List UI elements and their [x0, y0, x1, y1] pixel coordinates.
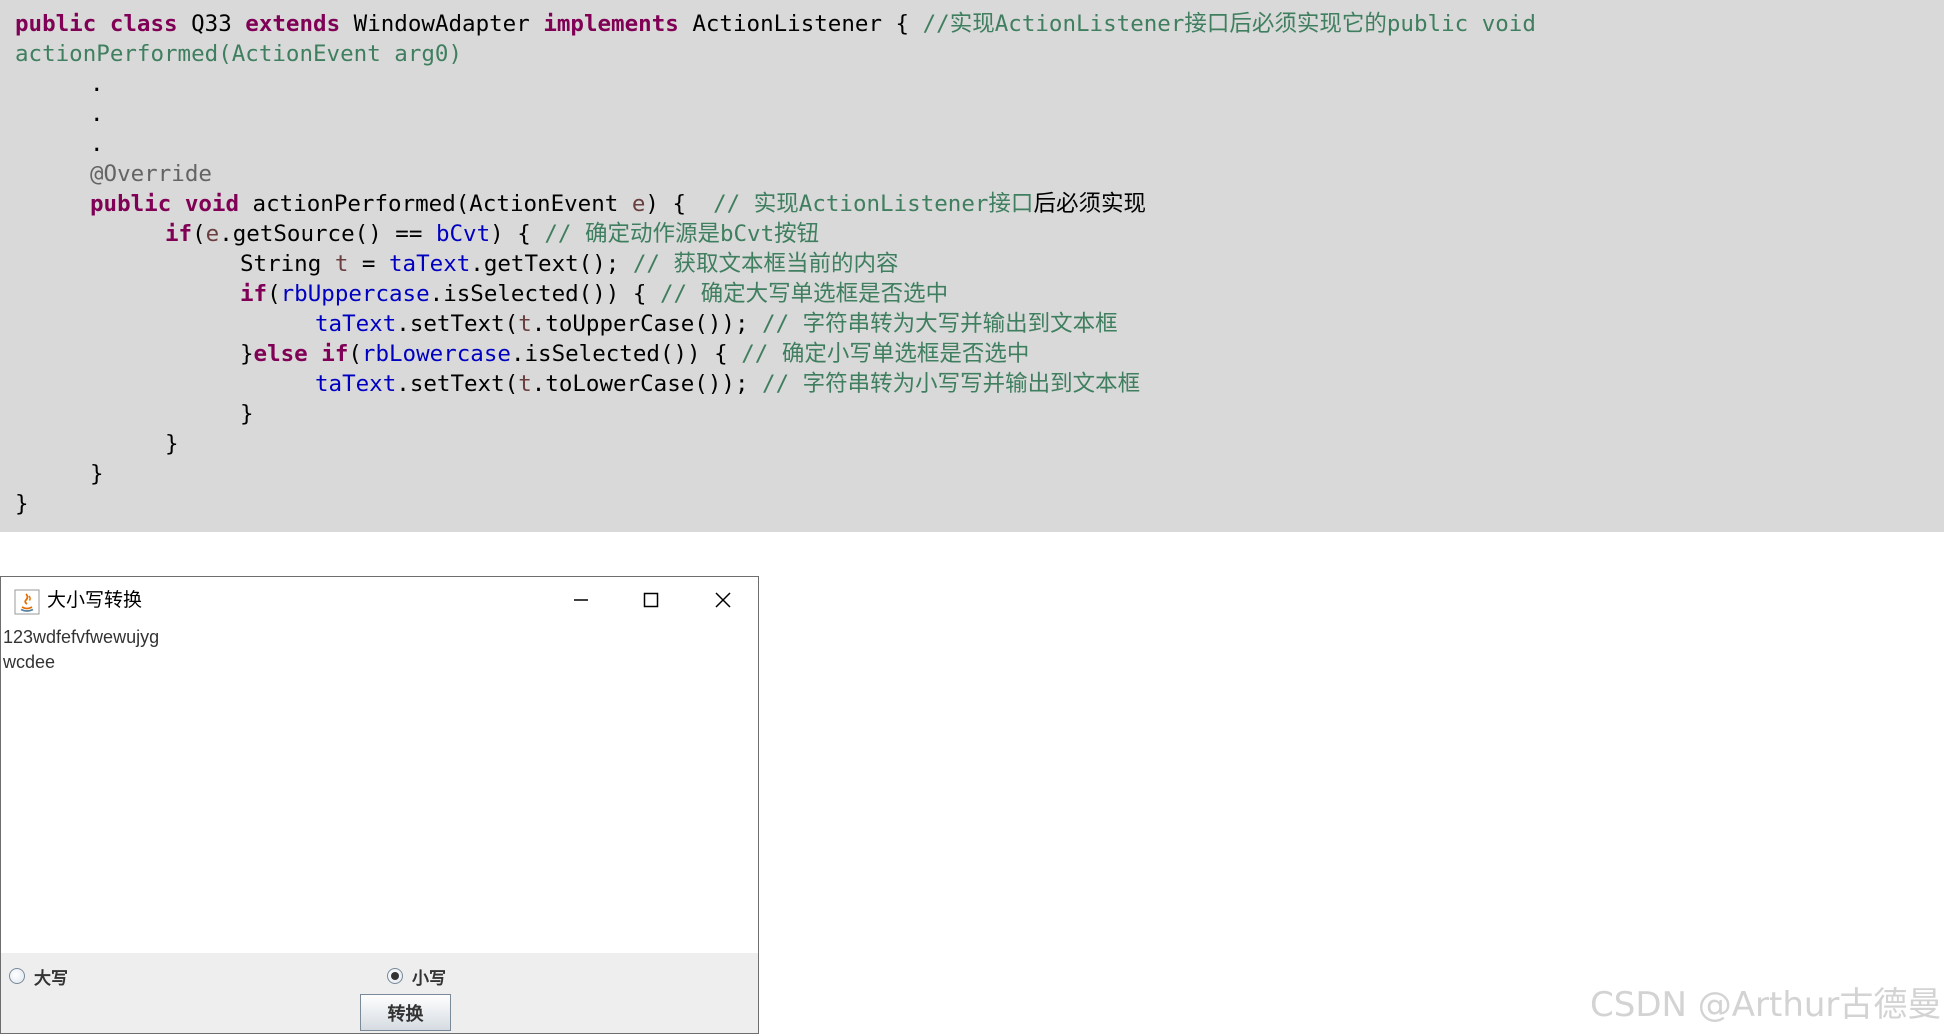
text-line: 123wdfefvfwewujyg — [3, 627, 160, 647]
code-text: .isSelected()) { — [429, 281, 660, 307]
keyword: if — [165, 221, 193, 247]
minimize-icon — [574, 599, 588, 601]
code-line-11: taText.setText(t.toUpperCase()); // 字符串转… — [315, 309, 1118, 339]
code-text: WindowAdapter — [340, 11, 544, 37]
code-line-1: public class Q33 extends WindowAdapter i… — [15, 9, 1536, 39]
window-title: 大小写转换 — [47, 589, 143, 611]
field: bCvt — [435, 221, 491, 247]
code-text: ( — [192, 221, 206, 247]
code-text: .setText( — [396, 311, 519, 337]
keyword: extends — [245, 11, 341, 37]
code-text: . — [90, 131, 104, 157]
code-text: ( — [267, 281, 281, 307]
close-icon — [715, 592, 731, 608]
code-line-15: } — [165, 429, 179, 459]
code-text: ) { — [645, 191, 714, 217]
minimize-button[interactable] — [561, 585, 601, 615]
keyword: implements — [543, 11, 679, 37]
text-line: wcdee — [3, 652, 56, 672]
code-text: . — [90, 101, 104, 127]
code-line-16: } — [90, 459, 104, 489]
code-line-5: . — [90, 129, 104, 159]
code-line-17: } — [15, 489, 29, 519]
code-text: } — [240, 401, 254, 427]
lowercase-radio[interactable]: 小写 — [387, 963, 446, 989]
variable: t — [518, 311, 532, 337]
code-line-9: String t = taText.getText(); // 获取文本框当前的… — [240, 249, 899, 279]
uppercase-radio[interactable]: 大写 — [9, 963, 68, 989]
code-text: ) { — [490, 221, 545, 247]
code-comment: // 确定小写单选框是否选中 — [741, 341, 1030, 367]
code-comment: // 确定动作源是bCvt按钮 — [544, 221, 820, 247]
code-text: } — [240, 341, 254, 367]
code-line-12: }else if(rbLowercase.isSelected()) { // … — [240, 339, 1029, 369]
code-line-10: if(rbUppercase.isSelected()) { // 确定大写单选… — [240, 279, 948, 309]
code-comment: // 字符串转为小写写并输出到文本框 — [762, 371, 1141, 397]
code-line-14: } — [240, 399, 254, 429]
maximize-button[interactable] — [631, 585, 671, 615]
code-comment: actionPerformed(ActionEvent arg0) — [15, 41, 463, 67]
code-text: .toLowerCase()); — [531, 371, 763, 397]
variable: t — [518, 371, 532, 397]
java-icon — [14, 589, 40, 615]
code-text: actionPerformed(ActionEvent — [239, 191, 632, 217]
code-text: .getSource() == — [219, 221, 436, 247]
watermark: CSDN @Arthur古德曼 — [1590, 985, 1942, 1025]
code-comment: // 字符串转为大写并输出到文本框 — [762, 311, 1118, 337]
code-line-4: . — [90, 99, 104, 129]
code-comment: //实现ActionListener接口后必须实现它的public void — [922, 11, 1536, 37]
code-text: 后必须实现 — [1033, 191, 1146, 217]
variable: e — [205, 221, 220, 247]
variable: e — [631, 191, 646, 217]
uppercase-radio-label: 大写 — [34, 968, 68, 989]
keyword: public class — [15, 11, 178, 37]
code-line-3: . — [90, 69, 104, 99]
case-converter-window: 大小写转换 123wdfefvfwewujyg wcdee 大写 小写 转换 — [0, 576, 759, 1034]
code-text: = — [348, 251, 390, 277]
code-comment: // 获取文本框当前的内容 — [632, 251, 899, 277]
code-text: .getText(); — [470, 251, 633, 277]
code-comment: // 确定大写单选框是否选中 — [659, 281, 949, 307]
keyword: if — [240, 281, 268, 307]
keyword: else if — [253, 341, 349, 367]
code-comment: // 实现ActionListener接口 — [713, 191, 1034, 217]
code-line-7: public void actionPerformed(ActionEvent … — [90, 189, 1146, 219]
controls-panel: 大写 小写 转换 — [1, 953, 758, 1033]
title-bar[interactable]: 大小写转换 — [1, 577, 758, 625]
code-panel: public class Q33 extends WindowAdapter i… — [0, 0, 1944, 532]
code-line-6: @Override — [90, 159, 212, 189]
field: taText — [315, 371, 397, 397]
code-line-2: actionPerformed(ActionEvent arg0) — [15, 39, 462, 69]
code-text: String — [240, 251, 335, 277]
field: rbUppercase — [280, 281, 430, 307]
code-line-8: if(e.getSource() == bCvt) { // 确定动作源是bCv… — [165, 219, 819, 249]
code-line-13: taText.setText(t.toLowerCase()); // 字符串转… — [315, 369, 1140, 399]
code-text: Q33 — [177, 11, 246, 37]
radio-checked-icon — [387, 968, 403, 984]
code-text: ( — [348, 341, 362, 367]
close-button[interactable] — [703, 585, 743, 615]
field: taText — [315, 311, 397, 337]
field: taText — [389, 251, 471, 277]
code-text: .toUpperCase()); — [531, 311, 763, 337]
code-text: } — [165, 431, 179, 457]
code-text: } — [15, 491, 29, 517]
keyword: public void — [90, 191, 240, 217]
lowercase-radio-label: 小写 — [412, 968, 446, 989]
code-text: ActionListener { — [678, 11, 923, 37]
maximize-icon — [643, 592, 659, 608]
text-area[interactable]: 123wdfefvfwewujyg wcdee — [1, 625, 758, 953]
convert-button[interactable]: 转换 — [360, 994, 451, 1031]
annotation: @Override — [90, 161, 212, 187]
code-text: .setText( — [396, 371, 519, 397]
radio-unchecked-icon — [9, 968, 25, 984]
code-text: .isSelected()) { — [510, 341, 742, 367]
field: rbLowercase — [361, 341, 511, 367]
code-text: . — [90, 71, 104, 97]
variable: t — [334, 251, 349, 277]
code-text: } — [90, 461, 104, 487]
